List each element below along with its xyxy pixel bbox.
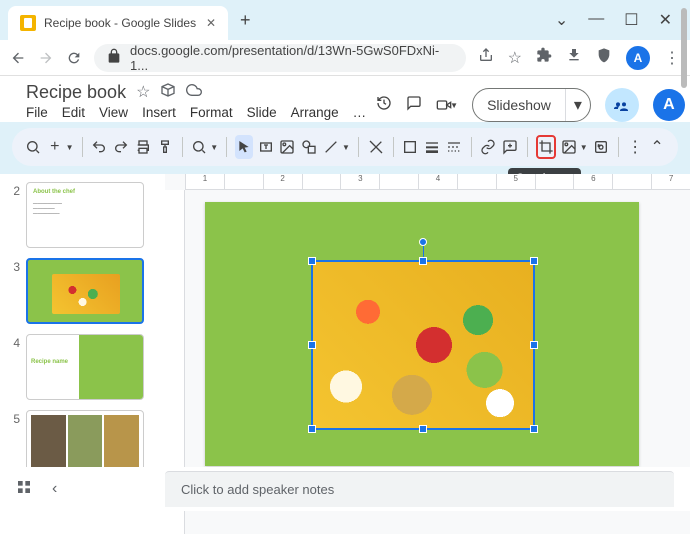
bottom-bar: ‹ Click to add speaker notes [0, 467, 690, 511]
resize-handle-b[interactable] [419, 425, 427, 433]
thumb-number: 2 [10, 184, 20, 198]
menu-arrange[interactable]: Arrange [291, 105, 339, 120]
window-controls: ⌄ — ☐ ✕ [555, 10, 682, 30]
slideshow-label[interactable]: Slideshow [473, 89, 566, 121]
notes-placeholder: Click to add speaker notes [181, 482, 334, 497]
extension-icon[interactable] [536, 47, 552, 68]
thumb-number: 3 [10, 260, 20, 274]
url-text: docs.google.com/presentation/d/13Wn-5GwS… [130, 43, 454, 73]
new-slide-button[interactable]: + [46, 135, 64, 159]
browser-titlebar: Recipe book - Google Slides ✕ + ⌄ — ☐ ✕ [0, 0, 690, 40]
resize-handle-bl[interactable] [308, 425, 316, 433]
add-comment-tool[interactable] [501, 135, 519, 159]
image-tool[interactable] [279, 135, 297, 159]
thumb-number: 4 [10, 336, 20, 350]
new-tab-button[interactable]: + [240, 10, 251, 31]
slideshow-dropdown[interactable]: ▾ [566, 89, 590, 121]
slides-favicon [20, 15, 36, 31]
browser-tab[interactable]: Recipe book - Google Slides ✕ [8, 6, 228, 40]
slideshow-button[interactable]: Slideshow ▾ [472, 88, 591, 122]
rotation-handle[interactable] [419, 238, 427, 246]
menu-file[interactable]: File [26, 105, 48, 120]
prev-slide-icon[interactable]: ‹ [52, 480, 57, 498]
slide-thumbnail-active[interactable] [26, 258, 144, 324]
back-button[interactable] [10, 50, 26, 66]
reload-button[interactable] [66, 50, 82, 66]
chevron-down-icon[interactable]: ⌄ [555, 10, 568, 30]
minimize-icon[interactable]: — [588, 10, 604, 30]
move-icon[interactable] [160, 82, 176, 103]
menubar: File Edit View Insert Format Slide Arran… [26, 105, 366, 120]
border-dash-tool[interactable] [445, 135, 463, 159]
shape-tool[interactable] [300, 135, 318, 159]
slide-canvas[interactable] [205, 202, 639, 466]
bookmark-icon[interactable]: ☆ [508, 48, 522, 68]
forward-button[interactable] [38, 50, 54, 66]
meet-icon[interactable]: ▼ [436, 97, 458, 113]
crop-tool[interactable] [536, 135, 556, 159]
cloud-icon[interactable] [186, 82, 202, 103]
address-bar[interactable]: docs.google.com/presentation/d/13Wn-5GwS… [94, 44, 466, 72]
browser-toolbar: docs.google.com/presentation/d/13Wn-5GwS… [0, 40, 690, 76]
undo-button[interactable] [90, 135, 108, 159]
horizontal-ruler: 1 2 3 4 5 6 7 [185, 174, 690, 190]
resize-handle-br[interactable] [530, 425, 538, 433]
more-tools[interactable]: ⋮ [626, 135, 644, 159]
toolbar: +▼ ▼ ▼ ▼ ⋮ ⌃ Crop image [12, 128, 678, 166]
mask-tool[interactable] [560, 135, 578, 159]
tab-close-icon[interactable]: ✕ [206, 16, 216, 30]
search-menu-icon[interactable] [24, 135, 42, 159]
paint-format-button[interactable] [156, 135, 174, 159]
menu-insert[interactable]: Insert [142, 105, 176, 120]
tab-title: Recipe book - Google Slides [44, 16, 196, 30]
speaker-notes[interactable]: Click to add speaker notes [165, 471, 674, 507]
maximize-icon[interactable]: ☐ [624, 10, 638, 30]
border-weight-tool[interactable] [423, 135, 441, 159]
share-button[interactable] [605, 88, 639, 122]
shield-icon[interactable] [596, 47, 612, 68]
line-tool[interactable] [322, 135, 340, 159]
menu-edit[interactable]: Edit [62, 105, 85, 120]
thumb-number: 5 [10, 412, 20, 426]
resize-handle-tr[interactable] [530, 257, 538, 265]
resize-handle-t[interactable] [419, 257, 427, 265]
profile-avatar[interactable]: A [626, 46, 650, 70]
resize-handle-tl[interactable] [308, 257, 316, 265]
download-icon[interactable] [566, 47, 582, 68]
comment-icon[interactable] [406, 95, 422, 116]
print-button[interactable] [134, 135, 152, 159]
resize-handle-r[interactable] [530, 341, 538, 349]
reset-image-tool[interactable] [592, 135, 610, 159]
close-window-icon[interactable]: ✕ [659, 10, 672, 30]
app-header: Recipe book ☆ File Edit View Insert Form… [0, 76, 690, 122]
menu-view[interactable]: View [99, 105, 128, 120]
link-tool[interactable] [480, 135, 498, 159]
collapse-toolbar[interactable]: ⌃ [648, 135, 666, 159]
menu-slide[interactable]: Slide [247, 105, 277, 120]
slide-thumbnail[interactable]: About the chef ━━━━━━━━━━━━━━━━━━━━━━━━━… [26, 182, 144, 248]
redo-button[interactable] [112, 135, 130, 159]
border-color-tool[interactable] [401, 135, 419, 159]
slide-thumbnail[interactable]: Recipe name [26, 334, 144, 400]
select-tool[interactable] [235, 135, 253, 159]
selected-image[interactable] [313, 262, 533, 428]
textbox-tool[interactable] [257, 135, 275, 159]
selection-border [311, 260, 535, 430]
comment-tool[interactable] [367, 135, 385, 159]
history-icon[interactable] [376, 95, 392, 116]
share-url-icon[interactable] [478, 47, 494, 68]
zoom-button[interactable] [190, 135, 208, 159]
account-avatar[interactable]: A [653, 89, 685, 121]
star-icon[interactable]: ☆ [136, 82, 150, 103]
chrome-menu-icon[interactable]: ⋮ [664, 48, 680, 68]
resize-handle-l[interactable] [308, 341, 316, 349]
grid-view-icon[interactable] [16, 479, 32, 500]
lock-icon [106, 48, 122, 67]
document-title[interactable]: Recipe book [26, 82, 126, 103]
menu-format[interactable]: Format [190, 105, 233, 120]
menu-more[interactable]: … [353, 105, 367, 120]
